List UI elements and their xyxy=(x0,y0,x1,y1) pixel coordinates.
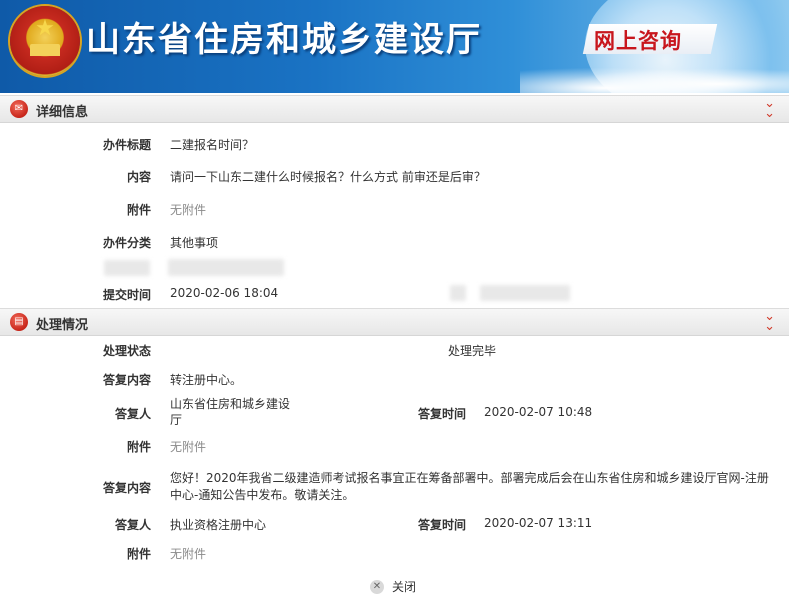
content-value: 请问一下山东二建什么时候报名？什么方式 前审还是后审？ xyxy=(170,170,486,184)
subject-value: 二建报名时间？ xyxy=(170,138,255,152)
national-emblem-icon: ★ xyxy=(10,6,80,76)
processing-section-header[interactable]: ▤ 处理情况 ⌄ ⌄ xyxy=(0,308,789,336)
replier-value: 山东省住房和城乡建设厅 xyxy=(170,397,291,427)
processing-section-title: 处理情况 xyxy=(36,318,89,333)
replier-label: 答复人 xyxy=(114,518,151,532)
document-icon: ▤ xyxy=(10,313,28,331)
replier-value: 执业资格注册中心 xyxy=(170,518,267,532)
reply-attachment-value: 无附件 xyxy=(170,440,207,454)
clouds-decoration xyxy=(520,64,789,93)
site-title: 山东省住房和城乡建设厅 xyxy=(86,20,482,60)
reply-time-label: 答复时间 xyxy=(417,407,466,421)
close-button[interactable]: ✕ 关闭 xyxy=(370,578,416,595)
reply-content-value: 您好！2020年我省二级建造师考试报名事宜正在筹备部署中。部署完成后会在山东省住… xyxy=(170,471,769,502)
redacted-value-2 xyxy=(480,285,570,301)
submit-time-value: 2020-02-06 18:04 xyxy=(170,286,279,300)
status-value: 处理完毕 xyxy=(448,344,497,358)
close-label: 关闭 xyxy=(392,580,417,594)
online-consult-label: 网上咨询 xyxy=(594,28,682,53)
details-section-header[interactable]: ✉ 详细信息 ⌄ ⌄ xyxy=(0,95,789,123)
content-label: 内容 xyxy=(126,170,151,184)
site-header: ★ 山东省住房和城乡建设厅 网上咨询 xyxy=(0,0,789,93)
reply-attachment-label: 附件 xyxy=(126,440,151,454)
reply-content-label: 答复内容 xyxy=(102,481,151,495)
details-section-title: 详细信息 xyxy=(36,105,89,120)
envelope-icon: ✉ xyxy=(10,100,28,118)
submit-time-label: 提交时间 xyxy=(102,288,151,302)
reply-time-value: 2020-02-07 13:11 xyxy=(484,516,593,530)
attachment-label: 附件 xyxy=(126,203,151,217)
collapse-chevron-icon[interactable]: ⌄ ⌄ xyxy=(764,97,775,120)
reply-attachment-label: 附件 xyxy=(126,547,151,561)
collapse-chevron-icon[interactable]: ⌄ ⌄ xyxy=(764,310,775,333)
reply-time-label: 答复时间 xyxy=(417,518,466,532)
redacted-label xyxy=(104,260,150,276)
close-icon: ✕ xyxy=(370,579,384,594)
category-label: 办件分类 xyxy=(102,236,151,250)
reply-content-label: 答复内容 xyxy=(102,373,151,387)
reply-time-value: 2020-02-07 10:48 xyxy=(484,405,593,419)
category-value: 其他事项 xyxy=(170,236,219,250)
reply-attachment-value: 无附件 xyxy=(170,547,207,561)
subject-label: 办件标题 xyxy=(102,138,151,152)
replier-label: 答复人 xyxy=(114,407,151,421)
online-consult-banner: 网上咨询 xyxy=(580,18,720,58)
reply-content-value: 转注册中心。 xyxy=(170,373,243,387)
redacted-value xyxy=(168,259,284,276)
status-label: 处理状态 xyxy=(102,344,151,358)
attachment-value: 无附件 xyxy=(170,203,207,217)
redacted-label-2 xyxy=(450,285,466,301)
